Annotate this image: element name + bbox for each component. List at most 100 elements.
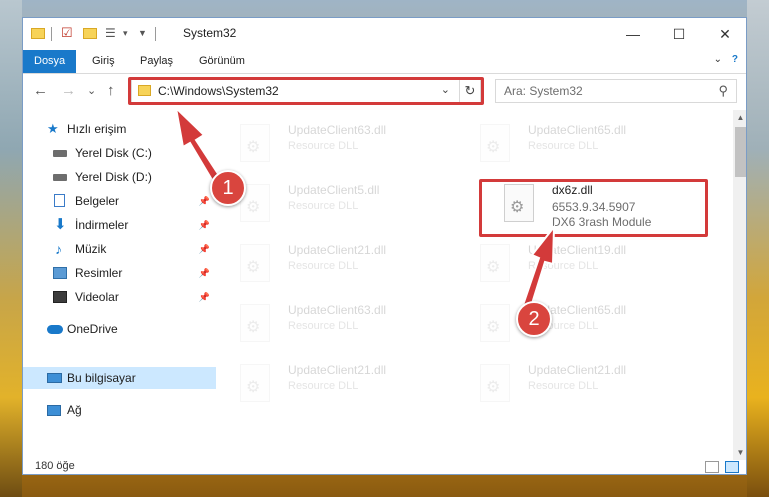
file-type: Resource DLL bbox=[288, 380, 359, 392]
maximize-button[interactable]: ☐ bbox=[656, 18, 702, 50]
sidebar-item-quick-access[interactable]: ★ Hızlı erişim bbox=[23, 118, 216, 140]
help-icon[interactable]: ? bbox=[732, 54, 738, 65]
pin-icon[interactable]: 📌 bbox=[199, 286, 210, 308]
pin-icon[interactable]: 📌 bbox=[199, 214, 210, 236]
sidebar-item-label: Ağ bbox=[67, 403, 82, 417]
sidebar-item-label: OneDrive bbox=[67, 322, 118, 336]
tab-gorunum[interactable]: Görünüm bbox=[188, 50, 256, 73]
recent-locations-button[interactable]: ⌄ bbox=[87, 84, 96, 97]
sidebar-item-label: Yerel Disk (D:) bbox=[75, 170, 152, 184]
sidebar-item-this-pc[interactable]: Bu bilgisayar bbox=[23, 367, 216, 389]
new-folder-icon[interactable] bbox=[83, 26, 97, 40]
forward-button[interactable]: → bbox=[61, 82, 76, 99]
navigation-pane: ★ Hızlı erişim Yerel Disk (C:) Yerel Dis… bbox=[23, 110, 216, 460]
highlight-box-address bbox=[128, 77, 484, 105]
status-bar: 180 öğe bbox=[23, 460, 746, 474]
list-item[interactable]: ⚙ UpdateClient5.dll Resource DLL bbox=[240, 178, 470, 228]
file-name: UpdateClient19.dll bbox=[528, 243, 627, 257]
dll-file-icon: ⚙ bbox=[240, 244, 270, 282]
sidebar-item-network[interactable]: Ağ bbox=[23, 399, 216, 421]
list-item[interactable]: ⚙ UpdateClient19.dll Resource DLL bbox=[480, 238, 710, 288]
sidebar-item-downloads[interactable]: ⬇ İndirmeler 📌 bbox=[23, 214, 216, 236]
customize-toolbar-icon[interactable]: ☰ bbox=[105, 26, 119, 40]
dll-file-icon: ⚙ bbox=[480, 304, 510, 342]
sidebar-item-label: Hızlı erişim bbox=[67, 122, 127, 136]
sidebar-item-label: Bu bilgisayar bbox=[67, 371, 136, 385]
navigation-bar: ← → ⌄ ↑ C:\Windows\System32 ⌄ ↻ Ara: Sys… bbox=[23, 74, 746, 110]
sidebar-item-music[interactable]: ♪ Müzik 📌 bbox=[23, 238, 216, 260]
scroll-down-icon[interactable]: ▼ bbox=[733, 445, 746, 460]
folder-icon bbox=[31, 26, 45, 40]
sidebar-item-label: İndirmeler bbox=[75, 218, 129, 232]
network-icon bbox=[47, 405, 61, 416]
scrollbar-thumb[interactable] bbox=[735, 127, 746, 177]
title-bar: ☑ ☰ ▾ ▼ System32 — ☐ ✕ bbox=[23, 18, 746, 50]
highlight-box-file bbox=[479, 179, 708, 237]
tab-paylas[interactable]: Paylaş bbox=[129, 50, 184, 73]
sidebar-item-label: Yerel Disk (C:) bbox=[75, 146, 152, 160]
list-item[interactable]: ⚙ UpdateClient63.dll Resource DLL bbox=[240, 118, 470, 168]
file-name: UpdateClient5.dll bbox=[288, 183, 380, 197]
list-item[interactable]: ⚙ UpdateClient21.dll Resource DLL bbox=[240, 238, 470, 288]
vertical-scrollbar[interactable]: ▲ ▼ bbox=[733, 110, 746, 460]
tab-dosya[interactable]: Dosya bbox=[23, 50, 77, 73]
documents-icon bbox=[54, 194, 65, 207]
sidebar-item-label: Resimler bbox=[75, 266, 123, 280]
sidebar-item-onedrive[interactable]: OneDrive bbox=[23, 318, 216, 340]
dll-file-icon: ⚙ bbox=[240, 364, 270, 402]
sidebar-item-videos[interactable]: Videolar 📌 bbox=[23, 286, 216, 308]
ribbon-tabs: Dosya Giriş Paylaş Görünüm ⌄ ? bbox=[23, 50, 746, 74]
minimize-button[interactable]: — bbox=[610, 18, 656, 50]
search-icon[interactable]: ⚲ bbox=[718, 83, 728, 99]
search-input[interactable]: Ara: System32 bbox=[504, 84, 583, 98]
sidebar-item-pictures[interactable]: Resimler 📌 bbox=[23, 262, 216, 284]
sidebar-item-label: Belgeler bbox=[75, 194, 120, 208]
pin-down-icon[interactable]: ▼ bbox=[138, 26, 152, 40]
chevron-down-icon[interactable]: ▾ bbox=[123, 26, 137, 40]
list-item[interactable]: ⚙ UpdateClient21.dll Resource DLL bbox=[240, 358, 470, 408]
dll-file-icon: ⚙ bbox=[480, 244, 510, 282]
step-badge-2: 2 bbox=[516, 301, 552, 337]
sidebar-item-documents[interactable]: Belgeler 📌 bbox=[23, 190, 216, 212]
back-button[interactable]: ← bbox=[33, 82, 48, 99]
file-type: Resource DLL bbox=[288, 320, 359, 332]
desktop-background-left bbox=[0, 0, 22, 497]
file-type: Resource DLL bbox=[528, 140, 599, 152]
close-button[interactable]: ✕ bbox=[702, 18, 746, 50]
title-separator bbox=[51, 27, 52, 41]
sidebar-item-label: Videolar bbox=[75, 290, 119, 304]
star-icon: ★ bbox=[47, 121, 59, 136]
tab-giris[interactable]: Giriş bbox=[81, 50, 126, 73]
sidebar-item-disk-d[interactable]: Yerel Disk (D:) bbox=[23, 166, 216, 188]
details-view-icon[interactable] bbox=[705, 461, 719, 473]
pin-icon[interactable]: 📌 bbox=[199, 190, 210, 212]
up-button[interactable]: ↑ bbox=[107, 82, 115, 99]
file-name: UpdateClient21.dll bbox=[288, 363, 387, 377]
file-explorer-window: ☑ ☰ ▾ ▼ System32 — ☐ ✕ Dosya Giriş Payla… bbox=[22, 17, 747, 475]
drive-icon bbox=[53, 174, 67, 181]
list-item[interactable]: ⚙ UpdateClient63.dll Resource DLL bbox=[240, 298, 470, 348]
sidebar-item-disk-c[interactable]: Yerel Disk (C:) bbox=[23, 142, 216, 164]
music-icon: ♪ bbox=[55, 241, 62, 257]
large-icons-view-icon[interactable] bbox=[725, 461, 739, 473]
sidebar-item-label: Müzik bbox=[75, 242, 107, 256]
list-item[interactable]: ⚙ UpdateClient21.dll Resource DLL bbox=[480, 358, 710, 408]
file-type: Resource DLL bbox=[528, 380, 599, 392]
list-item[interactable]: ⚙ UpdateClient65.dll Resource DLL bbox=[480, 118, 710, 168]
scroll-up-icon[interactable]: ▲ bbox=[733, 110, 746, 125]
window-title: System32 bbox=[183, 26, 237, 40]
list-item[interactable]: ⚙ UpdateClient65.dll Resource DLL bbox=[480, 298, 710, 348]
file-name: UpdateClient63.dll bbox=[288, 303, 387, 317]
dll-file-icon: ⚙ bbox=[480, 364, 510, 402]
pin-icon[interactable]: 📌 bbox=[199, 238, 210, 260]
file-name: UpdateClient21.dll bbox=[528, 363, 627, 377]
properties-icon[interactable]: ☑ bbox=[61, 26, 75, 40]
chevron-down-icon[interactable]: ⌄ bbox=[714, 54, 722, 65]
file-type: Resource DLL bbox=[288, 200, 359, 212]
dll-file-icon: ⚙ bbox=[240, 124, 270, 162]
file-list: ⚙ UpdateClient63.dll Resource DLL ⚙ Upda… bbox=[216, 110, 733, 460]
search-box[interactable]: Ara: System32 ⚲ bbox=[495, 79, 737, 103]
pictures-icon bbox=[53, 267, 67, 279]
pin-icon[interactable]: 📌 bbox=[199, 262, 210, 284]
file-name: UpdateClient63.dll bbox=[288, 123, 387, 137]
